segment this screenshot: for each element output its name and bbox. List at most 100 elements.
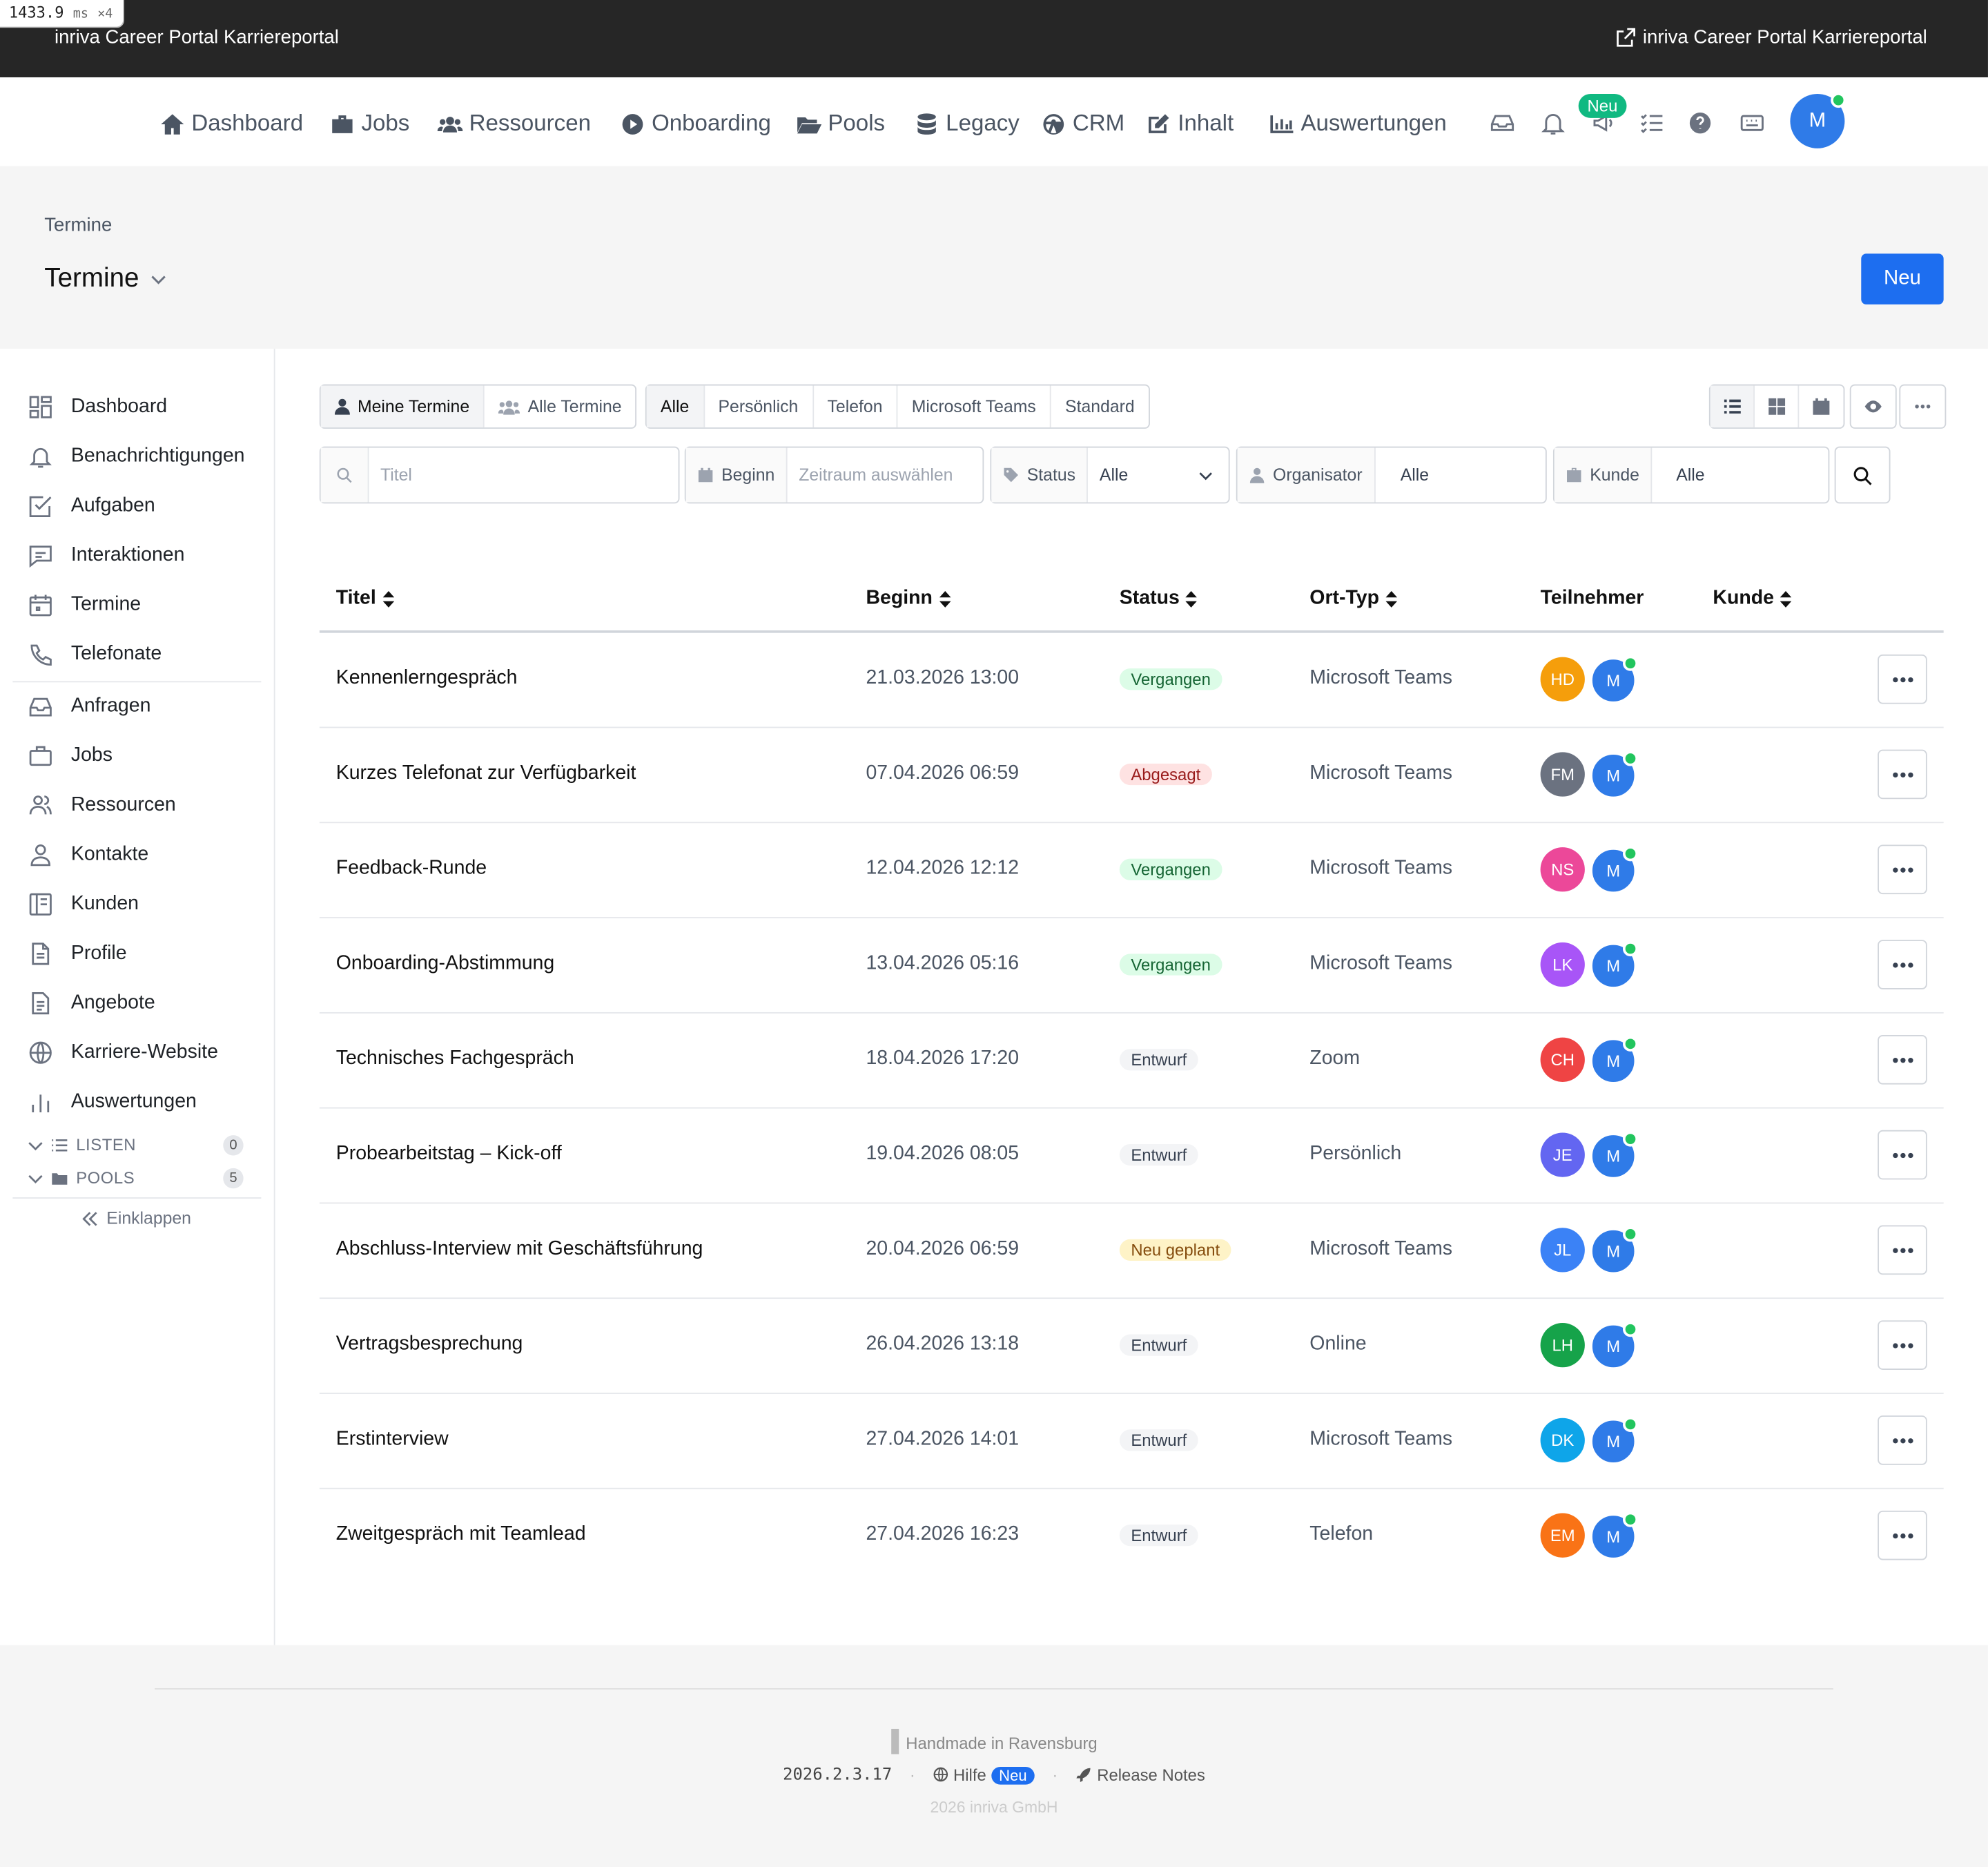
keyboard-icon[interactable]: [1738, 109, 1766, 137]
participant-avatar[interactable]: M: [1590, 941, 1639, 989]
row-actions-button[interactable]: [1878, 1415, 1927, 1465]
sidebar-item-aufgaben[interactable]: Aufgaben: [28, 494, 155, 519]
participant-avatar[interactable]: M: [1590, 1036, 1639, 1085]
participant-avatar[interactable]: M: [1590, 655, 1639, 704]
sidebar-item-kunden[interactable]: Kunden: [28, 891, 139, 917]
page-title[interactable]: Termine: [44, 264, 167, 294]
release-notes-link[interactable]: Release Notes: [1075, 1766, 1205, 1785]
type-tab-microsoft-teams[interactable]: Microsoft Teams: [898, 385, 1051, 428]
participant-avatar[interactable]: DK: [1540, 1418, 1585, 1463]
participant-avatar[interactable]: M: [1590, 1226, 1639, 1275]
bell-icon[interactable]: [1539, 109, 1567, 137]
participant-avatar[interactable]: M: [1590, 1416, 1639, 1465]
sidebar-item-jobs[interactable]: Jobs: [28, 743, 113, 768]
customer-select[interactable]: Alle: [1652, 465, 1716, 485]
organizer-select[interactable]: Alle: [1375, 465, 1441, 485]
participant-avatar[interactable]: M: [1590, 1131, 1639, 1180]
row-actions-button[interactable]: [1878, 1510, 1927, 1560]
participant-avatar[interactable]: M: [1590, 751, 1639, 800]
help-icon[interactable]: [1686, 109, 1714, 137]
sidebar-group-listen[interactable]: LISTEN: [28, 1135, 136, 1154]
column-header-beginn[interactable]: Beginn: [866, 588, 951, 610]
participant-avatar[interactable]: EM: [1540, 1513, 1585, 1558]
breadcrumb[interactable]: Termine: [44, 214, 112, 235]
type-tab-telefon[interactable]: Telefon: [813, 385, 898, 428]
tab-alle-termine[interactable]: Alle Termine: [485, 385, 636, 427]
participant-avatar[interactable]: LH: [1540, 1322, 1585, 1368]
sidebar-item-benachrichtigungen[interactable]: Benachrichtigungen: [28, 444, 245, 470]
appointment-title[interactable]: Zweitgespräch mit Teamlead: [336, 1523, 586, 1546]
sidebar-item-telefonate[interactable]: Telefonate: [28, 642, 162, 668]
nav-legacy[interactable]: Legacy: [914, 110, 1020, 137]
column-header-titel[interactable]: Titel: [336, 588, 394, 610]
columns-visibility-button[interactable]: [1849, 384, 1897, 429]
participant-avatar[interactable]: JL: [1540, 1228, 1585, 1273]
participant-avatar[interactable]: M: [1590, 846, 1639, 895]
participant-avatar[interactable]: M: [1590, 1511, 1639, 1560]
appointment-title[interactable]: Probearbeitstag – Kick-off: [336, 1143, 562, 1165]
sidebar-item-dashboard[interactable]: Dashboard: [28, 394, 167, 420]
participant-avatar[interactable]: JE: [1540, 1132, 1585, 1177]
inbox-icon[interactable]: [1488, 109, 1516, 137]
list-view-button[interactable]: [1710, 385, 1755, 428]
column-header-kunde[interactable]: Kunde: [1713, 588, 1792, 610]
participant-avatar[interactable]: NS: [1540, 847, 1585, 892]
participant-avatar[interactable]: HD: [1540, 657, 1585, 702]
nav-dashboard[interactable]: Dashboard: [159, 110, 303, 137]
task-list-icon[interactable]: [1638, 109, 1666, 137]
title-search-input[interactable]: Titel: [369, 465, 423, 485]
row-actions-button[interactable]: [1878, 1225, 1927, 1275]
help-link[interactable]: Hilfe Neu: [933, 1766, 1035, 1785]
ellipsis-button[interactable]: [1900, 385, 1945, 427]
participant-avatar[interactable]: LK: [1540, 942, 1585, 987]
external-portal-link[interactable]: inriva Career Portal Karriereportal: [1616, 27, 1927, 48]
sidebar-item-interaktionen[interactable]: Interaktionen: [28, 543, 184, 568]
appointment-title[interactable]: Kurzes Telefonat zur Verfügbarkeit: [336, 762, 636, 785]
type-tab-standard[interactable]: Standard: [1051, 385, 1149, 427]
nav-onboarding[interactable]: Onboarding: [620, 110, 771, 137]
participant-avatar[interactable]: FM: [1540, 752, 1585, 797]
sidebar-item-auswertungen[interactable]: Auswertungen: [28, 1090, 197, 1115]
row-actions-button[interactable]: [1878, 654, 1927, 704]
tab-meine-termine[interactable]: Meine Termine: [320, 385, 485, 428]
row-actions-button[interactable]: [1878, 1034, 1927, 1085]
sidebar-item-termine[interactable]: Termine: [28, 592, 141, 618]
sidebar-item-ressourcen[interactable]: Ressourcen: [28, 793, 176, 818]
nav-inhalt[interactable]: Inhalt: [1146, 110, 1234, 137]
appointment-title[interactable]: Kennenlerngespräch: [336, 667, 518, 690]
user-avatar[interactable]: M: [1790, 93, 1846, 148]
appointment-title[interactable]: Feedback-Runde: [336, 858, 487, 880]
date-range-input[interactable]: Zeitraum auswählen: [788, 465, 964, 485]
participant-avatar[interactable]: M: [1590, 1322, 1639, 1370]
row-actions-button[interactable]: [1878, 1320, 1927, 1370]
eye-button[interactable]: [1851, 385, 1896, 427]
sidebar-item-anfragen[interactable]: Anfragen: [28, 694, 150, 719]
sidebar-item-karriere-website[interactable]: Karriere-Website: [28, 1040, 218, 1065]
appointment-title[interactable]: Abschluss-Interview mit Geschäftsführung: [336, 1238, 703, 1261]
grid-view-button[interactable]: [1755, 385, 1800, 428]
sidebar-group-pools[interactable]: POOLS: [28, 1168, 135, 1187]
participant-avatar[interactable]: CH: [1540, 1037, 1585, 1082]
nav-auswertungen[interactable]: Auswertungen: [1269, 110, 1447, 137]
nav-jobs[interactable]: Jobs: [330, 110, 409, 137]
row-actions-button[interactable]: [1878, 1130, 1927, 1180]
collapse-sidebar-button[interactable]: Einklappen: [81, 1209, 191, 1228]
status-select[interactable]: Alle: [1088, 465, 1139, 485]
appointment-title[interactable]: Vertragsbesprechung: [336, 1333, 523, 1356]
column-header-ort-typ[interactable]: Ort-Typ: [1309, 588, 1397, 610]
row-actions-button[interactable]: [1878, 749, 1927, 800]
nav-ressourcen[interactable]: Ressourcen: [437, 110, 591, 137]
nav-crm[interactable]: CRM: [1041, 110, 1124, 137]
sidebar-item-angebote[interactable]: Angebote: [28, 991, 155, 1016]
sidebar-item-profile[interactable]: Profile: [28, 941, 127, 967]
row-actions-button[interactable]: [1878, 940, 1927, 989]
appointment-title[interactable]: Onboarding-Abstimmung: [336, 953, 554, 976]
sidebar-item-kontakte[interactable]: Kontakte: [28, 842, 148, 868]
appointment-title[interactable]: Erstinterview: [336, 1428, 449, 1451]
calendar-view-button[interactable]: [1799, 385, 1843, 427]
type-tab-persoenlich[interactable]: Persönlich: [704, 385, 814, 428]
type-tab-alle[interactable]: Alle: [646, 385, 705, 428]
nav-pools[interactable]: Pools: [796, 110, 885, 137]
more-options-button[interactable]: [1899, 384, 1947, 429]
row-actions-button[interactable]: [1878, 844, 1927, 895]
